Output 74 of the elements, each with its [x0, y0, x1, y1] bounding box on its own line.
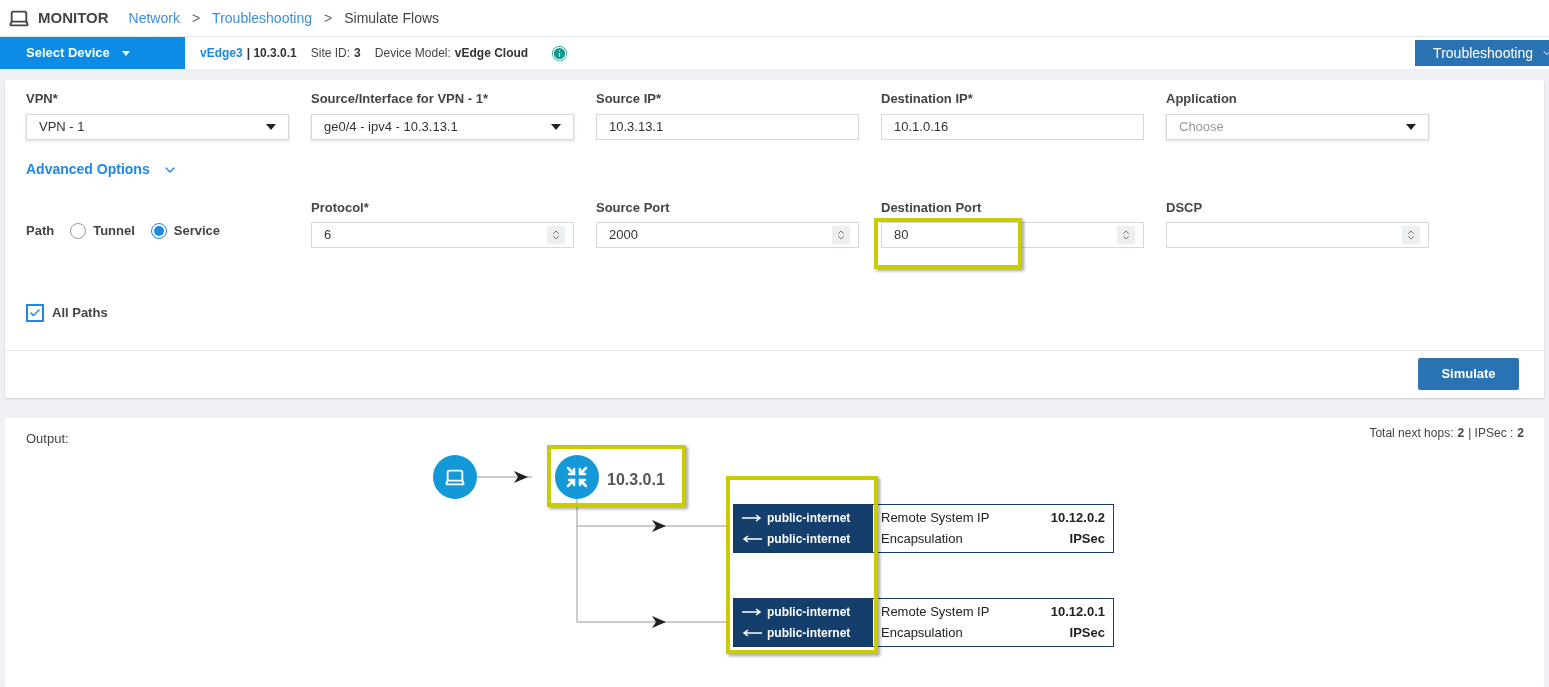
laptop-node[interactable]: [433, 454, 477, 499]
checkmark-icon: [29, 306, 41, 319]
troubleshooting-menu-button[interactable]: Troubleshooting: [1415, 40, 1549, 66]
number-field[interactable]: [1166, 222, 1429, 248]
next-hop-card[interactable]: public-internet public-internet Remote System IP 10.12.0.2 Encapsulation IPSec: [733, 503, 1114, 553]
outbound-color: public-internet: [767, 509, 851, 527]
spinner-icon[interactable]: [1117, 226, 1135, 244]
router-ip-label: 10.3.0.1: [607, 469, 665, 490]
info-icon[interactable]: [552, 45, 568, 61]
simulate-button[interactable]: Simulate: [1418, 358, 1519, 390]
select-field[interactable]: ge0/4 - ipv4 - 10.3.13.1: [311, 113, 574, 140]
spinner-icon[interactable]: [547, 226, 565, 244]
encapsulation-value: IPSec: [1068, 530, 1105, 548]
breadcrumb-item[interactable]: Network: [128, 7, 180, 29]
device-model-label: Device Model:: [374, 45, 451, 62]
breadcrumb-separator: >: [191, 8, 201, 28]
breadcrumb-separator: >: [324, 8, 333, 28]
site-id-value: 3: [354, 45, 361, 62]
inbound-color: public-internet: [767, 624, 851, 642]
field-label: Destination Port: [881, 198, 983, 217]
number-field[interactable]: 6: [311, 222, 574, 248]
radio-option[interactable]: Tunnel: [70, 221, 135, 241]
field-label: DSCP: [1166, 198, 1204, 217]
field-label: Source Port: [596, 198, 671, 217]
hop-field-label: Encapsulation: [881, 624, 964, 642]
select-device-button[interactable]: Select Device: [0, 37, 185, 69]
left-arrow-icon: [742, 534, 762, 543]
arrowhead: [652, 615, 666, 628]
hops-summary: Total next hops: 2 | IPSec : 2: [1369, 424, 1524, 442]
input-field[interactable]: 10.1.0.16: [881, 113, 1144, 140]
device-ip: | 10.3.0.1: [246, 45, 297, 62]
inbound-color: public-internet: [767, 530, 851, 548]
field-label: Protocol*: [311, 198, 370, 217]
arrowhead: [652, 519, 666, 532]
field-label: Source IP*: [596, 90, 663, 108]
field-label: Source/Interface for VPN - 1*: [311, 90, 489, 108]
hop-field-label: Encapsulation: [881, 530, 964, 548]
dropdown-caret-icon: [266, 123, 276, 130]
next-hop-card[interactable]: public-internet public-internet Remote System IP 10.12.0.1 Encapsulation IPSec: [733, 597, 1114, 647]
number-field[interactable]: 2000: [596, 222, 859, 248]
device-model-value: vEdge Cloud: [454, 45, 529, 62]
output-label: Output:: [26, 429, 69, 448]
select-field[interactable]: VPN - 1: [26, 113, 289, 140]
checkbox[interactable]: [26, 303, 44, 322]
dropdown-caret-icon: [1406, 123, 1416, 130]
path-label: Path: [26, 222, 55, 240]
breadcrumb-item[interactable]: Troubleshooting: [212, 7, 312, 29]
router-node[interactable]: [555, 454, 599, 499]
remote-system-ip: 10.12.0.1: [1050, 602, 1105, 621]
arrowhead: [514, 470, 528, 483]
right-arrow-icon: [742, 607, 762, 616]
field-label: Application: [1166, 90, 1238, 108]
number-field[interactable]: 80: [881, 222, 1144, 248]
dropdown-caret-icon: [551, 123, 561, 130]
page-title: MONITOR: [38, 7, 109, 28]
advanced-options-link[interactable]: Advanced Options: [26, 159, 150, 180]
spinner-icon[interactable]: [832, 226, 850, 244]
checkbox-label: All Paths: [52, 304, 108, 322]
router-arrows-icon: [565, 464, 589, 489]
site-id-label: Site ID:: [310, 45, 351, 62]
spinner-icon[interactable]: [1402, 226, 1420, 244]
breadcrumb-item: Simulate Flows: [344, 8, 440, 28]
hop-field-label: Remote System IP: [881, 602, 991, 621]
left-arrow-icon: [742, 628, 762, 637]
field-label: Destination IP*: [881, 90, 974, 108]
radio-option[interactable]: Service: [150, 221, 221, 241]
encapsulation-value: IPSec: [1068, 624, 1105, 642]
input-field[interactable]: 10.3.13.1: [596, 113, 859, 140]
remote-system-ip: 10.12.0.2: [1050, 508, 1105, 527]
field-label: VPN*: [26, 90, 59, 108]
hop-field-label: Remote System IP: [881, 508, 991, 527]
right-arrow-icon: [742, 513, 762, 522]
device-name-link[interactable]: vEdge3: [200, 44, 243, 62]
outbound-color: public-internet: [767, 603, 851, 621]
